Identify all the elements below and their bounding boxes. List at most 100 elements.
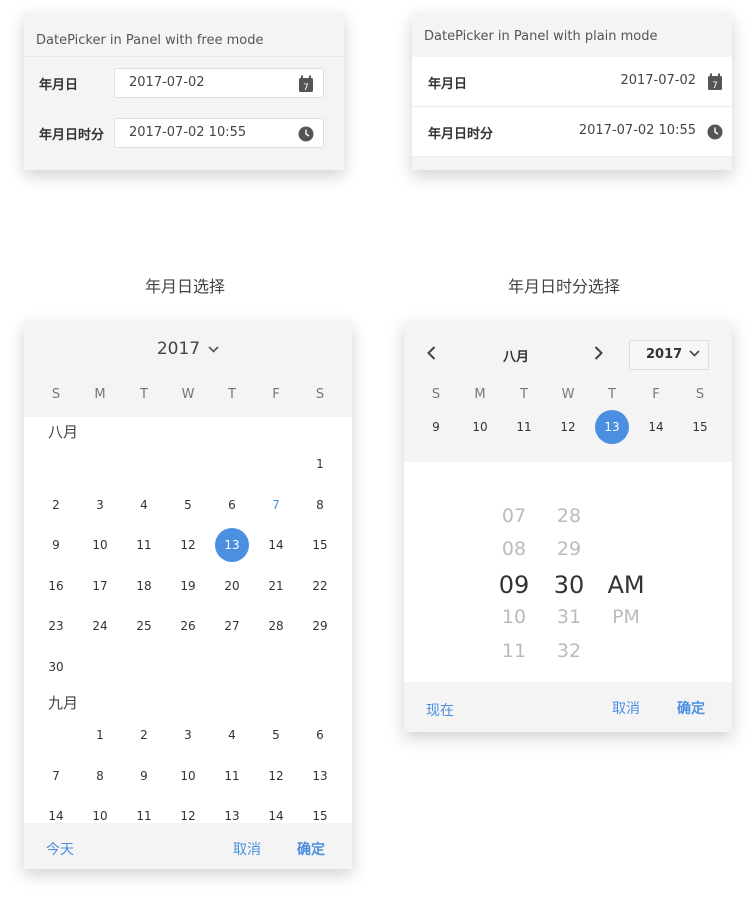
hours-option[interactable]: 08 bbox=[492, 538, 536, 560]
plain-mode-title: DatePicker in Panel with plain mode bbox=[424, 29, 658, 44]
calendar-day[interactable]: 22 bbox=[303, 569, 337, 603]
hours-option[interactable]: 11 bbox=[492, 640, 536, 662]
minutes-option[interactable]: 32 bbox=[547, 640, 591, 662]
plain-date-value: 2017-07-02 bbox=[620, 73, 696, 88]
today-button[interactable]: 今天 bbox=[46, 839, 74, 859]
free-mode-title: DatePicker in Panel with free mode bbox=[24, 13, 344, 57]
month-label: 八月 bbox=[48, 423, 79, 441]
prev-month-icon[interactable] bbox=[424, 345, 440, 361]
plain-datetime-value: 2017-07-02 10:55 bbox=[578, 123, 696, 138]
calendar-day[interactable]: 27 bbox=[215, 609, 249, 643]
calendar-day[interactable]: 29 bbox=[303, 609, 337, 643]
clock-icon[interactable] bbox=[298, 125, 314, 143]
year-selector[interactable]: 2017 bbox=[24, 339, 352, 359]
calendar-day[interactable]: 1 bbox=[83, 718, 117, 752]
calendar-day[interactable]: 5 bbox=[259, 718, 293, 752]
calendar-day[interactable]: 11 bbox=[215, 759, 249, 793]
calendar-day[interactable]: 11 bbox=[507, 410, 541, 444]
calendar-day[interactable]: 12 bbox=[259, 759, 293, 793]
calendar-day[interactable]: 2 bbox=[39, 488, 73, 522]
calendar-day[interactable]: 9 bbox=[419, 410, 453, 444]
calendar-day[interactable]: 21 bbox=[259, 569, 293, 603]
hours-option[interactable]: 07 bbox=[492, 505, 536, 527]
plain-datetime-row[interactable]: 年月日时分 2017-07-02 10:55 bbox=[412, 107, 732, 157]
chevron-down-icon bbox=[208, 345, 219, 353]
calendar-day[interactable]: 11 bbox=[127, 528, 161, 562]
calendar-day[interactable]: 18 bbox=[127, 569, 161, 603]
year-dropdown[interactable]: 2017 bbox=[629, 340, 709, 370]
calendar-day[interactable]: 4 bbox=[127, 488, 161, 522]
calendar-day[interactable]: 10 bbox=[463, 410, 497, 444]
minutes-option[interactable]: 29 bbox=[547, 538, 591, 560]
calendar-day[interactable]: 28 bbox=[259, 609, 293, 643]
calendar-day[interactable]: 7 bbox=[259, 488, 293, 522]
calendar-day[interactable]: 13 bbox=[303, 759, 337, 793]
plain-date-label: 年月日 bbox=[428, 77, 468, 92]
calendar-day[interactable]: 10 bbox=[171, 759, 205, 793]
calendar-day[interactable]: 2 bbox=[127, 718, 161, 752]
calendar-day[interactable]: 12 bbox=[171, 528, 205, 562]
calendar-day[interactable]: 13 bbox=[215, 528, 249, 562]
ampm-option[interactable]: PM bbox=[602, 606, 650, 628]
weekday-label: S bbox=[695, 387, 705, 402]
free-mode-panel: DatePicker in Panel with free mode 年月日 2… bbox=[24, 13, 344, 170]
next-month-icon[interactable] bbox=[590, 345, 606, 361]
calendar-day[interactable]: 24 bbox=[83, 609, 117, 643]
calendar-day[interactable]: 7 bbox=[39, 759, 73, 793]
plain-date-row[interactable]: 年月日 2017-07-02 7 bbox=[412, 57, 732, 107]
confirm-button[interactable]: 确定 bbox=[677, 698, 705, 718]
datetime-panel-header: 八月 2017 S M T W T F S 9 10 11 12 13 14 15 bbox=[404, 321, 732, 462]
calendar-day[interactable]: 15 bbox=[683, 410, 717, 444]
date-select-heading: 年月日选择 bbox=[145, 277, 226, 296]
calendar-day[interactable]: 9 bbox=[127, 759, 161, 793]
calendar-day[interactable]: 4 bbox=[215, 718, 249, 752]
weekday-label: T bbox=[228, 387, 236, 402]
calendar-day[interactable]: 5 bbox=[171, 488, 205, 522]
calendar-day[interactable]: 3 bbox=[171, 718, 205, 752]
calendar-day[interactable]: 14 bbox=[259, 528, 293, 562]
free-datetime-input[interactable]: 2017-07-02 10:55 bbox=[114, 118, 324, 148]
clock-icon[interactable] bbox=[707, 123, 723, 141]
calendar-day[interactable]: 14 bbox=[639, 410, 673, 444]
calendar-day[interactable]: 26 bbox=[171, 609, 205, 643]
hours-option[interactable]: 10 bbox=[492, 606, 536, 628]
weekday-label: S bbox=[315, 387, 325, 402]
free-date-input[interactable]: 2017-07-02 7 bbox=[114, 68, 324, 98]
cancel-button[interactable]: 取消 bbox=[612, 698, 640, 718]
ampm-option[interactable]: AM bbox=[602, 571, 650, 599]
calendar-day[interactable]: 15 bbox=[303, 528, 337, 562]
datetime-panel-footer: 现在 取消 确定 bbox=[404, 682, 732, 732]
calendar-day[interactable]: 8 bbox=[303, 488, 337, 522]
hours-option[interactable]: 09 bbox=[492, 571, 536, 599]
minutes-option[interactable]: 31 bbox=[547, 606, 591, 628]
weekday-label: M bbox=[474, 387, 486, 402]
calendar-day[interactable]: 3 bbox=[83, 488, 117, 522]
confirm-button[interactable]: 确定 bbox=[297, 839, 325, 859]
calendar-day[interactable]: 20 bbox=[215, 569, 249, 603]
calendar-day[interactable]: 12 bbox=[551, 410, 585, 444]
now-button[interactable]: 现在 bbox=[426, 700, 454, 720]
calendar-day[interactable]: 16 bbox=[39, 569, 73, 603]
calendar-day[interactable]: 30 bbox=[39, 650, 73, 684]
minutes-option[interactable]: 30 bbox=[547, 571, 591, 599]
calendar-day[interactable]: 6 bbox=[215, 488, 249, 522]
calendar-icon[interactable]: 7 bbox=[298, 75, 314, 93]
weekday-label: T bbox=[608, 387, 616, 402]
calendar-day[interactable]: 10 bbox=[83, 528, 117, 562]
calendar-day[interactable]: 6 bbox=[303, 718, 337, 752]
calendar-day[interactable]: 23 bbox=[39, 609, 73, 643]
minutes-option[interactable]: 28 bbox=[547, 505, 591, 527]
free-datetime-value: 2017-07-02 10:55 bbox=[129, 125, 247, 140]
calendar-day[interactable]: 8 bbox=[83, 759, 117, 793]
calendar-day[interactable]: 25 bbox=[127, 609, 161, 643]
calendar-day[interactable]: 17 bbox=[83, 569, 117, 603]
month-label: 八月 bbox=[503, 350, 530, 365]
cancel-button[interactable]: 取消 bbox=[233, 839, 261, 859]
weekday-label: T bbox=[140, 387, 148, 402]
calendar-day[interactable]: 9 bbox=[39, 528, 73, 562]
calendar-day[interactable]: 19 bbox=[171, 569, 205, 603]
calendar-day[interactable]: 13 bbox=[595, 410, 629, 444]
chevron-down-icon bbox=[689, 350, 700, 357]
calendar-icon[interactable]: 7 bbox=[707, 73, 723, 91]
calendar-day[interactable]: 1 bbox=[303, 447, 337, 481]
